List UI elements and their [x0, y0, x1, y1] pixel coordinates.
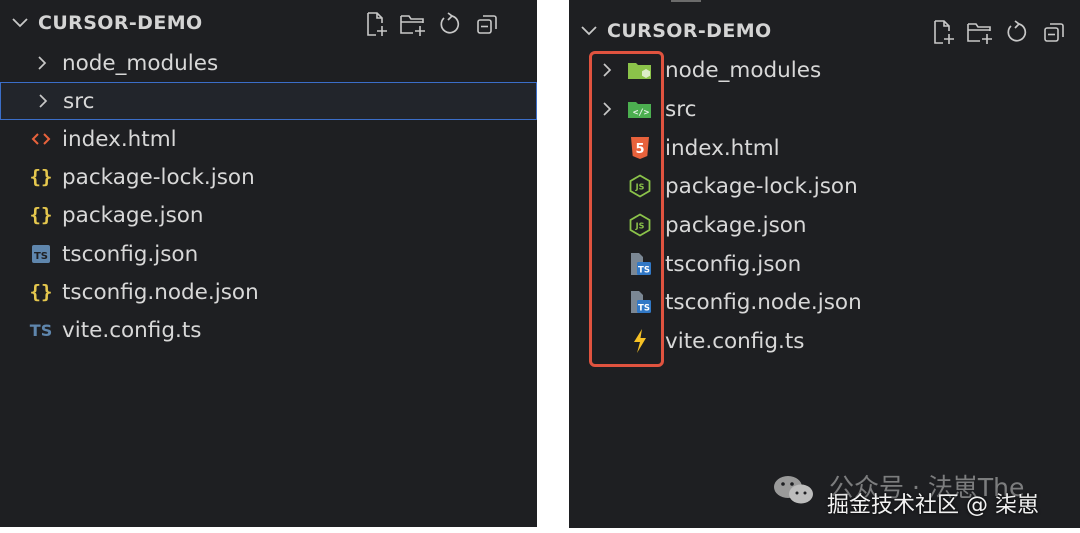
active-tab-indicator — [671, 0, 701, 2]
tree-item-label: index.html — [62, 126, 177, 152]
tree-item-label: tsconfig.json — [62, 241, 199, 267]
typescript-icon: TS — [29, 320, 53, 340]
chevron-down-icon[interactable] — [10, 13, 36, 33]
tree-item-label: tsconfig.node.json — [62, 279, 259, 305]
tree-item-label: node_modules — [665, 57, 822, 83]
tree-item-label: index.html — [665, 135, 780, 161]
wechat-icon — [771, 472, 817, 508]
tree-item-label: vite.config.ts — [665, 328, 805, 354]
new-file-icon[interactable] — [362, 10, 390, 38]
tree-item-vite-config-ts[interactable]: TS vite.config.ts — [0, 311, 537, 349]
refresh-icon[interactable] — [436, 10, 464, 38]
new-folder-icon[interactable] — [399, 10, 427, 38]
tree-item-label: node_modules — [62, 50, 219, 76]
watermark-line-2: 掘金技术社区 @ 柒崽 — [827, 493, 1039, 518]
refresh-icon[interactable] — [1003, 18, 1031, 46]
tree-item-label: package.json — [62, 202, 204, 228]
tsconfig-icon-text: TS — [34, 251, 48, 262]
explorer-title: CURSOR-DEMO — [38, 12, 203, 34]
tree-item-src[interactable]: src — [0, 82, 537, 120]
tree-item-tsconfig-node-json[interactable]: {} tsconfig.node.json — [0, 273, 537, 311]
tree-item-label: package-lock.json — [62, 164, 255, 190]
collapse-all-icon[interactable] — [473, 10, 501, 38]
tree-item-label: tsconfig.json — [665, 251, 802, 277]
json-braces-icon: {} — [29, 281, 53, 303]
icon-column-highlight — [589, 51, 664, 367]
right-explorer-panel: CURSOR-DEMO node_modules </> src 5 index… — [569, 0, 1080, 528]
html-angle-brackets-icon — [28, 126, 54, 152]
tree-item-label: tsconfig.node.json — [665, 289, 862, 315]
chevron-right-icon[interactable] — [33, 91, 53, 111]
tree-item-tsconfig-json[interactable]: TS tsconfig.json — [0, 235, 537, 273]
tree-item-label: src — [63, 88, 95, 114]
new-folder-icon[interactable] — [966, 18, 994, 46]
chevron-down-icon[interactable] — [579, 21, 605, 41]
tree-item-package-lock-json[interactable]: {} package-lock.json — [0, 158, 537, 196]
tree-item-index-html[interactable]: index.html — [0, 120, 537, 158]
tree-item-label: src — [665, 96, 697, 122]
json-braces-icon: {} — [29, 204, 53, 226]
left-explorer-panel: CURSOR-DEMO node_modules src index.html — [0, 0, 537, 527]
explorer-toolbar — [362, 10, 501, 38]
tree-item-label: package-lock.json — [665, 173, 858, 199]
tree-item-package-json[interactable]: {} package.json — [0, 196, 537, 234]
tree-item-label: vite.config.ts — [62, 317, 202, 343]
watermark: 公众号 · 法崽The 掘金技术社区 @ 柒崽 — [769, 466, 1079, 522]
explorer-toolbar — [929, 18, 1068, 46]
json-braces-icon: {} — [29, 166, 53, 188]
collapse-all-icon[interactable] — [1040, 18, 1068, 46]
tree-item-label: package.json — [665, 212, 807, 238]
chevron-right-icon[interactable] — [32, 53, 52, 73]
tree-item-node-modules[interactable]: node_modules — [0, 44, 537, 82]
new-file-icon[interactable] — [929, 18, 957, 46]
tsconfig-icon: TS — [28, 241, 54, 267]
explorer-title: CURSOR-DEMO — [607, 20, 772, 42]
